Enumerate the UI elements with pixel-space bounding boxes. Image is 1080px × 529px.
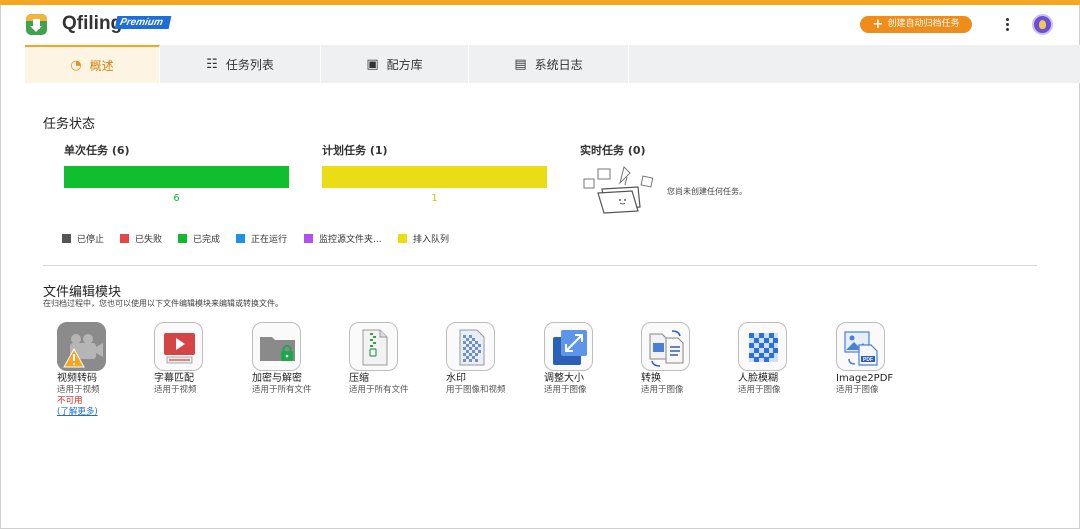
zip-icon[interactable] (349, 322, 398, 371)
recipe-icon: ▣ (366, 56, 379, 72)
module-name: Image2PDF (836, 373, 894, 384)
more-vertical-icon[interactable] (1003, 17, 1011, 33)
module-name: 人脸模糊 (738, 373, 778, 384)
legend-swatch (62, 234, 71, 243)
legend-item-failed: 已失败 (120, 232, 162, 245)
svg-text:PDF: PDF (863, 357, 873, 363)
convert-icon[interactable] (641, 322, 690, 371)
premium-badge: Premium (114, 16, 172, 29)
module-scope: 适用于视频 (57, 385, 100, 395)
tab-label: 配方库 (386, 57, 423, 72)
task-status-title: 任务状态 (43, 117, 96, 132)
no-tasks-message: 您尚未创建任何任务。 (667, 187, 747, 196)
legend-item-monitoring: 监控源文件夹... (304, 232, 382, 245)
section-divider (43, 265, 1037, 266)
lock-folder-icon[interactable] (252, 322, 301, 371)
module-name: 字幕匹配 (154, 373, 194, 384)
main-tabs: ◔ 概述 ☷ 任务列表 ▣ 配方库 ▤ 系统日志 (25, 45, 1080, 83)
resize-icon[interactable] (544, 322, 593, 371)
module-image2pdf: PDF Image2PDF 适用于图像 (836, 322, 926, 396)
task-list-icon: ☷ (206, 56, 218, 72)
tab-label: 概述 (89, 58, 114, 73)
scheduled-tasks-bar[interactable] (322, 166, 547, 188)
app-name: Qfiling (62, 13, 123, 34)
module-subtitle-match: 字幕匹配 适用于视频 (154, 322, 244, 396)
module-scope: 适用于所有文件 (349, 385, 409, 395)
module-name: 调整大小 (544, 373, 584, 384)
realtime-tasks-label: 实时任务 (0) (580, 144, 646, 157)
watermark-icon[interactable] (446, 322, 495, 371)
log-icon: ▤ (514, 56, 527, 72)
module-scope: 适用于图像 (641, 385, 684, 395)
tab-label: 任务列表 (225, 57, 274, 72)
one-time-tasks-label: 单次任务 (6) (64, 144, 130, 157)
module-name: 转换 (641, 373, 661, 384)
tab-system-log[interactable]: ▤ 系统日志 (469, 45, 629, 83)
tab-label: 系统日志 (534, 57, 583, 72)
module-scope: 适用于图像 (544, 385, 587, 395)
module-scope: 适用于视频 (154, 385, 197, 395)
create-auto-archive-task-button[interactable]: + 创建自动归档任务 (860, 16, 972, 33)
scheduled-tasks-label: 计划任务 (1) (322, 144, 388, 157)
legend-item-completed: 已完成 (178, 232, 220, 245)
learn-more-link[interactable]: (了解更多) (57, 407, 147, 418)
app-header: Qfiling Premium + 创建自动归档任务 (0, 5, 1080, 45)
module-scope: 适用于所有文件 (252, 385, 312, 395)
legend-label: 已停止 (77, 235, 105, 245)
module-name: 加密与解密 (252, 373, 302, 384)
module-scope: 适用于图像 (738, 385, 781, 395)
legend-item-running: 正在运行 (236, 232, 287, 245)
legend-swatch (120, 234, 129, 243)
legend-swatch (398, 234, 407, 243)
module-name: 压缩 (349, 373, 369, 384)
dashboard-icon: ◔ (70, 57, 82, 73)
image-to-pdf-icon[interactable]: PDF (836, 322, 885, 371)
module-video-transcode: 视频转码 适用于视频 不可用 (了解更多) (57, 322, 147, 418)
legend-item-stopped: 已停止 (62, 232, 104, 245)
module-unavailable-status: 不可用 (57, 396, 83, 406)
legend-label: 已完成 (193, 235, 221, 245)
video-transcode-icon[interactable] (57, 322, 106, 371)
legend-swatch (304, 234, 313, 243)
plus-icon: + (872, 17, 884, 32)
user-avatar-icon[interactable] (1032, 14, 1053, 35)
one-time-tasks-bar[interactable] (64, 166, 289, 188)
module-convert: 转换 适用于图像 (641, 322, 731, 396)
module-scope: 适用于图像 (836, 385, 879, 395)
create-button-label: 创建自动归档任务 (887, 19, 960, 29)
legend-label: 监控源文件夹... (319, 235, 382, 245)
scheduled-tasks-count: 1 (431, 193, 438, 204)
one-time-tasks-count: 6 (173, 193, 180, 204)
file-editing-modules-description: 在归档过程中，您也可以使用以下文件编辑模块来编辑或转换文件。 (43, 299, 283, 308)
tab-recipe-library[interactable]: ▣ 配方库 (321, 45, 469, 83)
module-name: 水印 (446, 373, 466, 384)
legend-label: 正在运行 (251, 235, 288, 245)
subtitle-icon[interactable] (154, 322, 203, 371)
legend-item-queued: 排入队列 (398, 232, 449, 245)
legend-swatch (236, 234, 245, 243)
module-scope: 用于图像和视频 (446, 385, 506, 395)
qfiling-logo-icon (26, 14, 47, 35)
legend-label: 排入队列 (413, 235, 450, 245)
module-encrypt-decrypt: 加密与解密 适用于所有文件 (252, 322, 342, 396)
module-name: 视频转码 (57, 373, 97, 384)
legend-label: 已失败 (135, 235, 163, 245)
tab-overview[interactable]: ◔ 概述 (25, 45, 160, 83)
tab-task-list[interactable]: ☷ 任务列表 (160, 45, 321, 83)
module-resize: 调整大小 适用于图像 (544, 322, 634, 396)
face-blur-icon[interactable] (738, 322, 787, 371)
module-face-blur: 人脸模糊 适用于图像 (738, 322, 828, 396)
empty-folder-illustration-icon (583, 166, 654, 214)
legend-swatch (178, 234, 187, 243)
module-watermark: 水印 用于图像和视频 (446, 322, 536, 396)
module-compress: 压缩 适用于所有文件 (349, 322, 439, 396)
